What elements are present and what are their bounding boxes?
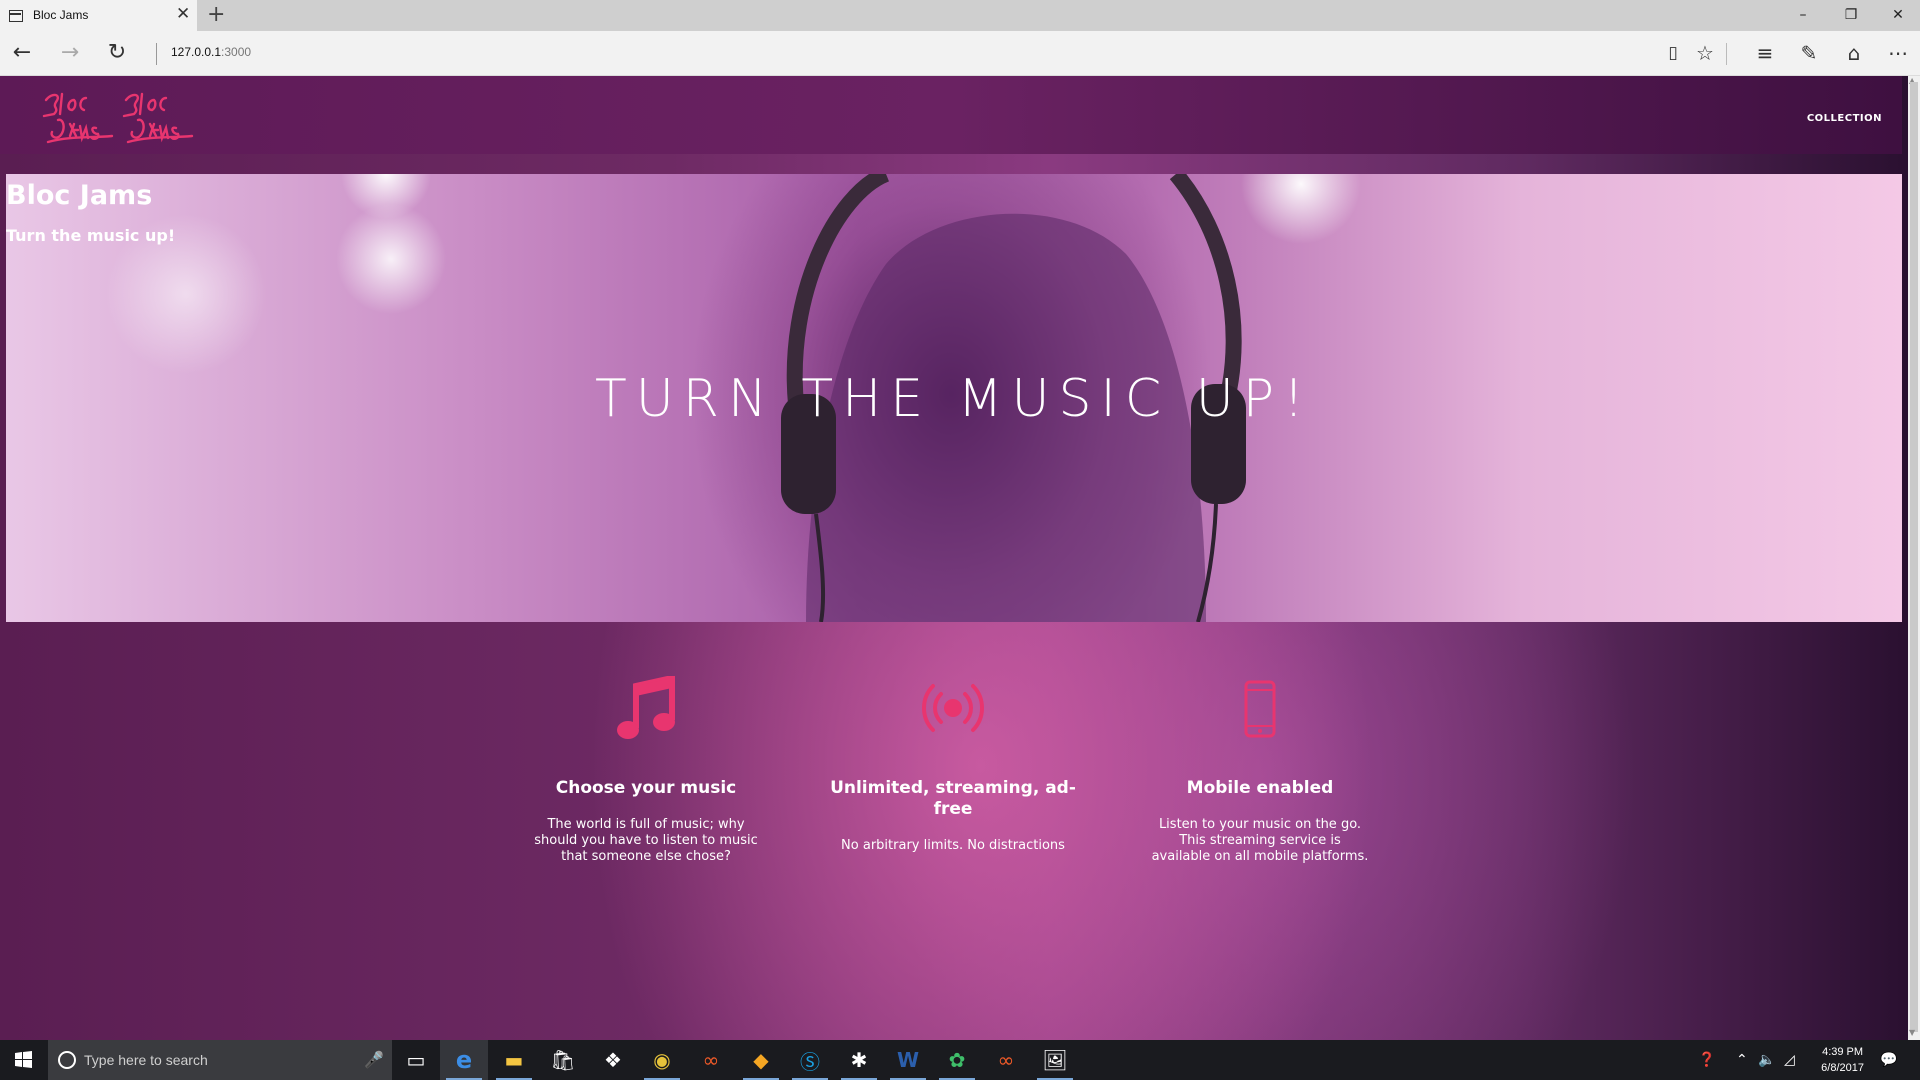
address-bar-row: ← → ↻ 127.0.0.1:3000 ▯ ☆ ≡ ✎ ⌂ ⋯ [0,31,1920,76]
hero-subtitle: Turn the music up! [6,226,176,245]
url-host: 127.0.0.1 [171,45,222,59]
scrollbar-thumb[interactable] [1910,82,1918,1032]
app-orange-icon[interactable]: ∞ [982,1040,1030,1080]
tab-close-icon[interactable]: ✕ [176,6,190,23]
mobile-phone-icon [1244,680,1276,738]
address-divider [156,43,157,65]
show-hidden-icons-icon[interactable]: ⌃ [1736,1040,1748,1080]
tab-bar: Bloc Jams ✕ + – ❐ ✕ [0,0,1920,31]
forward-arrow-icon[interactable]: → [57,40,83,66]
skype-icon[interactable]: Ⓢ [786,1040,834,1080]
feature-title: Unlimited, streaming, ad-free [830,778,1076,819]
app-icon[interactable]: ∞ [687,1040,735,1080]
reading-view-icon[interactable]: ▯ [1660,41,1686,65]
app-green-icon[interactable]: ✿ [933,1040,981,1080]
task-view-icon[interactable]: ▭ [392,1040,440,1080]
new-tab-button[interactable]: + [207,3,225,27]
share-icon[interactable]: ⌂ [1841,41,1867,65]
store-icon[interactable]: 🛍 [539,1040,587,1080]
file-explorer-icon[interactable]: ▬ [490,1040,538,1080]
taskbar-search-box[interactable]: Type here to search 🎤 [48,1040,392,1080]
hero-title: Bloc Jams [6,180,153,211]
search-placeholder: Type here to search [84,1052,208,1068]
page-viewport: COLLECTION Bloc Jams Turn the music up! … [0,76,1908,1040]
browser-tab[interactable]: Bloc Jams ✕ [0,0,197,31]
feature-mobile: Mobile enabled Listen to your music on t… [1120,676,1400,865]
page-icon [9,10,23,22]
volume-icon[interactable]: 🔈 [1758,1040,1775,1080]
hero-headline: TURN THE MUSIC UP! [594,369,1313,429]
taskbar-clock[interactable]: 4:39 PM 6/8/2017 [1821,1044,1864,1076]
microphone-icon[interactable]: 🎤 [364,1050,384,1069]
close-window-button[interactable]: ✕ [1888,6,1908,24]
network-icon[interactable]: ◿ [1784,1040,1795,1080]
hero-section: Bloc Jams Turn the music up! TURN THE MU… [6,174,1902,622]
page-scrollbar[interactable]: ▲ ▼ [1908,76,1920,1040]
tab-title: Bloc Jams [33,8,89,22]
music-note-icon [617,676,675,739]
windows-logo-icon [15,1051,32,1068]
clock-date: 6/8/2017 [1821,1062,1864,1074]
cortana-icon [58,1051,76,1069]
help-icon[interactable]: ❓ [1698,1040,1715,1080]
clock-time: 4:39 PM [1822,1046,1864,1058]
feature-title: Choose your music [555,778,737,798]
word-icon[interactable]: W [884,1040,932,1080]
more-icon[interactable]: ⋯ [1885,41,1911,65]
toolbar-divider [1726,43,1727,65]
start-button[interactable] [0,1040,48,1080]
site-navbar: COLLECTION [0,76,1902,154]
feature-choose-music: Choose your music The world is full of m… [506,676,786,865]
favorite-star-icon[interactable]: ☆ [1692,41,1718,65]
refresh-icon[interactable]: ↻ [104,40,130,66]
restore-button[interactable]: ❐ [1841,6,1861,24]
feature-description: No arbitrary limits. No distractions [841,838,1065,853]
back-arrow-icon[interactable]: ← [9,40,35,66]
url-port: :3000 [221,45,252,59]
feature-description: The world is full of music; why should y… [534,817,758,864]
minimize-button[interactable]: – [1793,6,1813,24]
web-note-icon[interactable]: ✎ [1796,41,1822,65]
chrome-icon[interactable]: ◉ [638,1040,686,1080]
slack-icon[interactable]: ✱ [835,1040,883,1080]
edge-browser-icon[interactable]: e [440,1040,488,1080]
scroll-down-icon[interactable]: ▼ [1909,1028,1915,1037]
dropbox-icon[interactable]: ❖ [589,1040,637,1080]
bloc-jams-logo[interactable] [40,86,200,148]
address-input[interactable]: 127.0.0.1:3000 [171,45,251,59]
notifications-icon[interactable]: 💬 [1880,1040,1897,1080]
feature-streaming: Unlimited, streaming, ad-free No arbitra… [813,676,1093,854]
feature-title: Mobile enabled [1186,778,1334,798]
broadcast-icon [922,684,984,732]
git-icon[interactable]: ◆ [737,1040,785,1080]
hub-icon[interactable]: ≡ [1752,41,1778,65]
nav-collection-link[interactable]: COLLECTION [1807,113,1882,124]
windows-taskbar: Type here to search 🎤 ▭ e ▬ 🛍 ❖ ◉ ∞ ◆ Ⓢ … [0,1040,1920,1080]
feature-description: Listen to your music on the go. This str… [1151,817,1369,864]
photos-icon[interactable]: 🖼 [1031,1040,1079,1080]
